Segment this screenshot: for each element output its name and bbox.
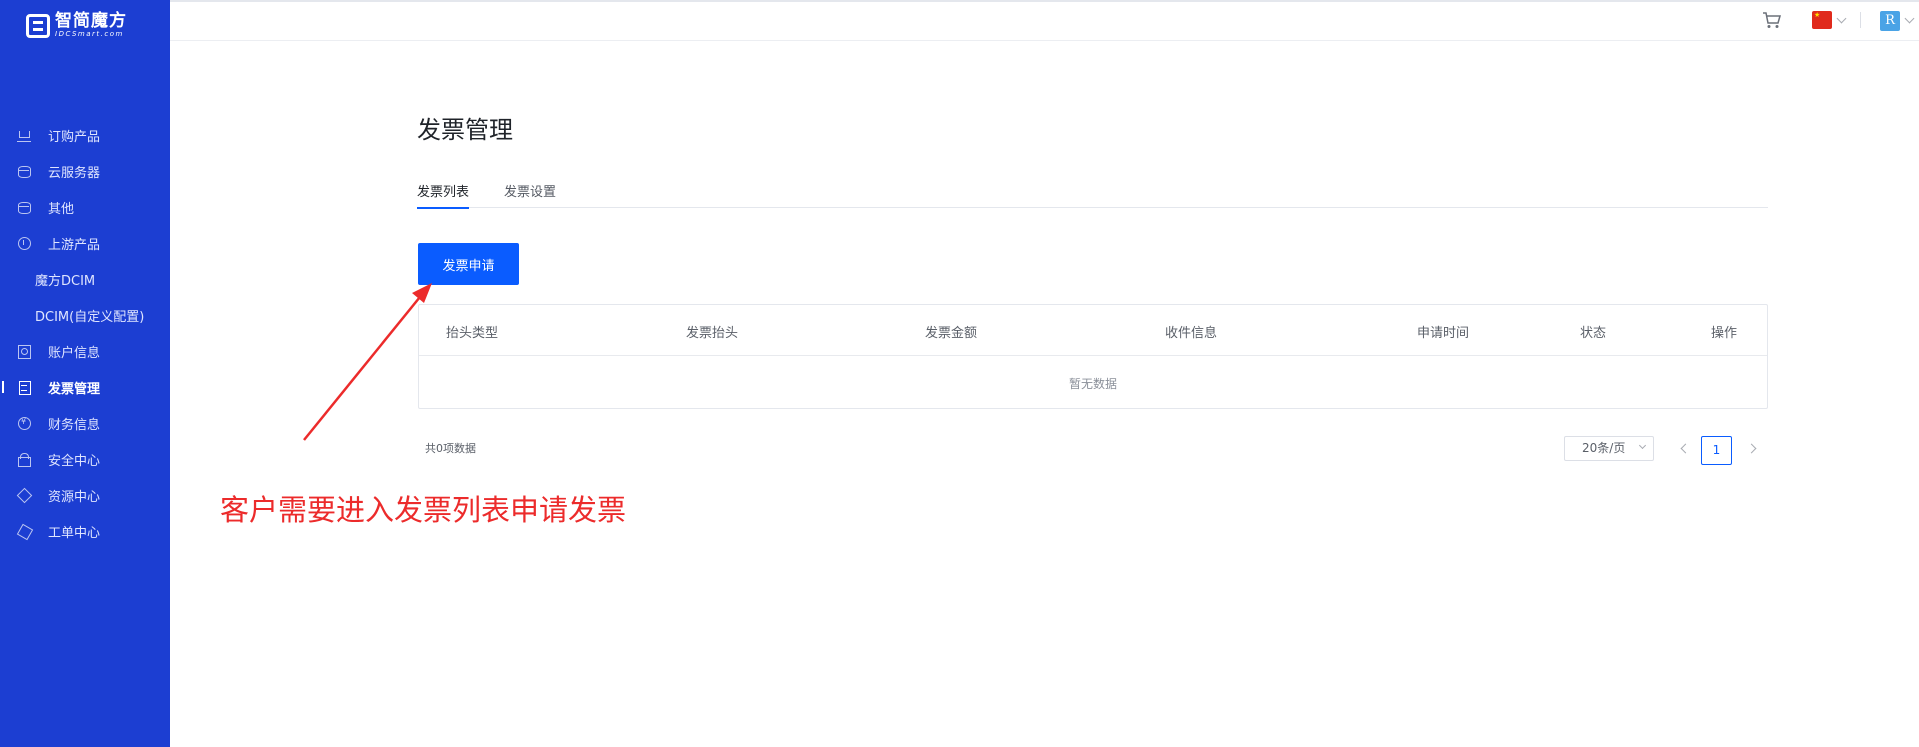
sidebar-item-tickets[interactable]: 工单中心 [0, 513, 170, 549]
sidebar-item-order[interactable]: 订购产品 [0, 117, 170, 153]
tab-invoice-list[interactable]: 发票列表 [417, 181, 470, 209]
sidebar-item-dcim[interactable]: 魔方DCIM [0, 261, 170, 297]
empty-state: 暂无数据 [1068, 377, 1117, 391]
column-header: 申请时间 [1417, 326, 1470, 341]
box-icon [17, 524, 31, 538]
column-header: 抬头类型 [446, 326, 499, 341]
page-number-current[interactable]: 1 [1701, 436, 1732, 465]
lock-icon [17, 452, 31, 467]
user-card-icon [17, 344, 31, 359]
table-header: 抬头类型 发票抬头 发票金额 收件信息 申请时间 状态 操作 [419, 305, 1767, 356]
column-header: 操作 [1711, 326, 1738, 341]
sidebar-item-label: 云服务器 [48, 165, 101, 181]
column-header: 状态 [1580, 326, 1607, 341]
column-header: 发票金额 [925, 326, 978, 341]
topbar-divider [1860, 12, 1861, 28]
sidebar-item-label: 其他 [48, 201, 75, 217]
logo-subtitle: IDCSmart.com [55, 30, 124, 38]
page-title: 发票管理 [417, 116, 513, 144]
annotation-text: 客户需要进入发票列表申请发票 [220, 493, 627, 527]
page-size-value: 20条/页 [1582, 441, 1626, 455]
cart-icon [17, 128, 31, 142]
sidebar-item-label: 财务信息 [48, 417, 101, 433]
sidebar-item-other[interactable]: 其他 [0, 189, 170, 225]
logo-mark-icon [26, 13, 50, 38]
sidebar-item-label: 魔方DCIM [35, 273, 96, 289]
sidebar-item-security[interactable]: 安全中心 [0, 441, 170, 477]
sidebar-item-label: 安全中心 [48, 453, 101, 469]
tab-invoice-settings[interactable]: 发票设置 [504, 181, 556, 208]
sidebar-item-resources[interactable]: 资源中心 [0, 477, 170, 513]
database-icon [17, 164, 31, 178]
sidebar-item-label: 账户信息 [48, 345, 101, 361]
chevron-down-icon [1638, 441, 1647, 450]
language-flag-icon[interactable] [1812, 11, 1832, 29]
column-header: 发票抬头 [686, 326, 739, 341]
top-bar [170, 0, 1919, 41]
sidebar-item-upstream[interactable]: 上游产品 [0, 225, 170, 261]
sidebar-item-finance[interactable]: 财务信息 [0, 405, 170, 441]
invoice-apply-button[interactable]: 发票申请 [418, 243, 519, 285]
sidebar-item-invoice[interactable]: 发票管理 [0, 369, 170, 405]
column-header: 收件信息 [1165, 326, 1218, 341]
sidebar-item-label: 工单中心 [48, 525, 101, 541]
next-page-icon[interactable] [1746, 443, 1757, 454]
sidebar: 智简魔方 IDCSmart.com 订购产品 云服务器 其他 上游产品 魔方DC… [0, 0, 170, 747]
logo-title: 智简魔方 [55, 11, 127, 31]
invoice-table: 抬头类型 发票抬头 发票金额 收件信息 申请时间 状态 操作 暂无数据 [418, 304, 1768, 409]
tag-icon [17, 488, 31, 502]
database-icon [17, 200, 31, 214]
sidebar-item-account[interactable]: 账户信息 [0, 333, 170, 369]
page-size-select[interactable]: 20条/页 [1564, 436, 1654, 461]
money-icon [17, 416, 31, 430]
pagination-total: 共0项数据 [425, 442, 476, 455]
invoice-icon [17, 380, 31, 395]
sidebar-item-label: 资源中心 [48, 489, 101, 505]
sidebar-item-label: 订购产品 [48, 129, 101, 145]
info-circle-icon [17, 236, 31, 250]
tabs: 发票列表 发票设置 [417, 178, 1768, 209]
sidebar-item-label: 上游产品 [48, 237, 101, 253]
sidebar-item-label: DCIM(自定义配置) [35, 309, 145, 325]
shopping-cart-icon[interactable] [1762, 11, 1782, 29]
sidebar-item-cloud-server[interactable]: 云服务器 [0, 153, 170, 189]
sidebar-item-label: 发票管理 [48, 381, 101, 397]
avatar[interactable]: R [1880, 11, 1900, 31]
prev-page-icon[interactable] [1680, 443, 1691, 454]
sidebar-item-dcim-custom[interactable]: DCIM(自定义配置) [0, 297, 170, 333]
logo[interactable]: 智简魔方 IDCSmart.com [26, 12, 127, 39]
sidebar-menu: 订购产品 云服务器 其他 上游产品 魔方DCIM DCIM(自定义配置) 账户信… [0, 117, 170, 549]
